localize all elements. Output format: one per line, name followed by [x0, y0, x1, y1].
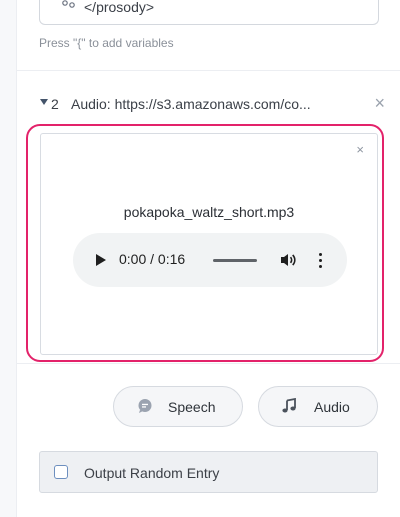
music-note-icon: [281, 397, 297, 417]
random-entry-label: Output Random Entry: [84, 465, 220, 481]
audio-card: × pokapoka_waltz_short.mp3 0:00 / 0:16: [40, 133, 378, 355]
progress-slider[interactable]: [213, 259, 257, 262]
volume-icon[interactable]: [278, 250, 298, 270]
step-editor-panel: </prosody> Press "{" to add variables 2 …: [16, 0, 400, 517]
step-title[interactable]: Audio: https://s3.amazonaws.com/co...: [71, 96, 361, 112]
audio-button-label: Audio: [314, 399, 350, 415]
audio-player: 0:00 / 0:16: [73, 233, 347, 287]
more-options-icon[interactable]: [317, 250, 323, 270]
divider: [17, 363, 400, 364]
divider: [17, 70, 400, 71]
add-speech-button[interactable]: Speech: [113, 386, 243, 427]
audio-file-name: pokapoka_waltz_short.mp3: [123, 204, 295, 220]
ssml-text-editor[interactable]: </prosody>: [39, 0, 379, 25]
time-display: 0:00 / 0:16: [119, 251, 186, 267]
variables-hint: Press "{" to add variables: [39, 36, 174, 50]
random-entry-checkbox[interactable]: [54, 465, 68, 479]
collapse-caret-icon[interactable]: [40, 99, 48, 105]
speech-bubble-icon: [137, 398, 153, 417]
speech-button-label: Speech: [168, 399, 216, 415]
audio-card-close-icon[interactable]: ×: [356, 142, 364, 157]
remove-step-icon[interactable]: ×: [374, 94, 385, 112]
step-header[interactable]: 2 Audio: https://s3.amazonaws.com/co... …: [39, 94, 385, 115]
variable-icon: [62, 0, 76, 12]
play-icon[interactable]: [96, 254, 106, 266]
step-number: 2: [51, 96, 59, 112]
output-random-entry-toggle[interactable]: Output Random Entry: [39, 451, 378, 493]
add-audio-button[interactable]: Audio: [258, 386, 378, 427]
ssml-code-text: </prosody>: [84, 0, 155, 15]
